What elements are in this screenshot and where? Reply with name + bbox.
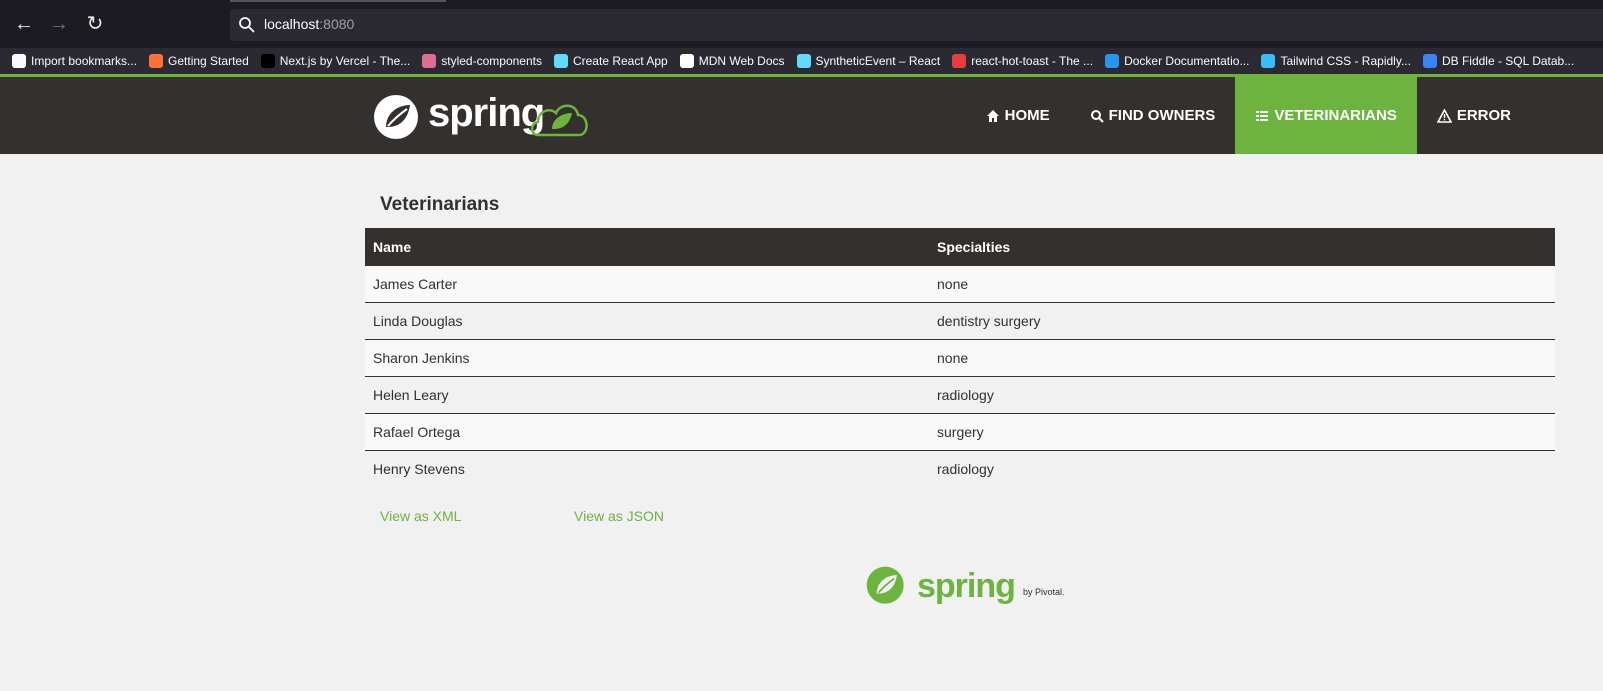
back-icon[interactable]: ← xyxy=(12,12,36,36)
bookmark-label: styled-components xyxy=(441,54,542,68)
footer-logo: spring by Pivotal. xyxy=(865,565,1065,612)
styled-components-icon xyxy=(422,54,437,68)
vet-specialties-cell: none xyxy=(929,266,1555,303)
bookmark-label: Tailwind CSS - Rapidly... xyxy=(1280,54,1411,68)
bookmark-item[interactable]: Getting Started xyxy=(149,54,249,68)
bookmark-label: DB Fiddle - SQL Datab... xyxy=(1441,54,1575,68)
bookmark-label: Getting Started xyxy=(168,54,249,68)
bookmark-label: MDN Web Docs xyxy=(698,54,785,68)
nextjs-icon xyxy=(260,54,275,68)
bookmark-label: Next.js by Vercel - The... xyxy=(279,54,411,68)
browser-toolbar: ← → ↻ localhost:8080 xyxy=(0,0,1603,48)
column-header-specialties: Specialties xyxy=(929,228,1555,266)
vets-table: Name Specialties James Carter none Linda D… xyxy=(365,228,1555,487)
nav-item-find-owners[interactable]: Find owners xyxy=(1070,77,1236,154)
bookmark-label: react-hot-toast - The ... xyxy=(971,54,1094,68)
home-icon xyxy=(986,109,1000,123)
page-title: Veterinarians xyxy=(380,194,500,215)
url-text: localhost:8080 xyxy=(264,16,354,32)
bookmark-item[interactable]: DB Fiddle - SQL Datab... xyxy=(1422,54,1575,68)
bookmark-item[interactable]: styled-components xyxy=(422,54,542,68)
url-host: localhost xyxy=(264,16,320,32)
react-icon xyxy=(553,54,568,68)
bookmark-item[interactable]: Create React App xyxy=(553,54,668,68)
vet-name-cell: Henry Stevens xyxy=(365,450,929,487)
vet-name-cell: Linda Douglas xyxy=(365,302,929,340)
tailwind-icon xyxy=(1261,54,1276,68)
mdn-icon xyxy=(679,54,694,68)
bookmark-label: Create React App xyxy=(572,54,668,68)
nav-item-label: Error xyxy=(1456,107,1511,124)
bookmark-item[interactable]: Import bookmarks... xyxy=(12,54,137,68)
main-nav: Home Find owners Veterinarians Error xyxy=(966,77,1603,154)
footer-brand: spring xyxy=(917,567,1016,605)
bookmark-item[interactable]: Next.js by Vercel - The... xyxy=(260,54,411,68)
warning-icon xyxy=(1436,108,1452,123)
spring-leaf-icon xyxy=(374,95,418,139)
react-icon xyxy=(796,54,811,68)
list-icon xyxy=(1255,109,1269,123)
bookmark-item[interactable]: Tailwind CSS - Rapidly... xyxy=(1261,54,1411,68)
nav-item-label: Veterinarians xyxy=(1274,107,1397,124)
forward-icon[interactable]: → xyxy=(47,12,71,36)
database-icon xyxy=(1422,54,1437,68)
active-tab-indicator xyxy=(230,0,446,2)
vet-specialties-cell: none xyxy=(929,339,1555,377)
docker-icon xyxy=(1105,54,1120,68)
bookmark-item[interactable]: Docker Documentatio... xyxy=(1105,54,1249,68)
bookmark-label: Docker Documentatio... xyxy=(1124,54,1250,68)
vets-table-body: James Carter none Linda Douglas dentistry s… xyxy=(365,266,1555,487)
vet-name-cell: Rafael Ortega xyxy=(365,413,929,451)
table-row: Rafael Ortega surgery xyxy=(365,413,1555,451)
nav-item-error[interactable]: Error xyxy=(1417,77,1603,154)
toast-icon xyxy=(952,54,967,68)
search-icon xyxy=(1090,109,1104,123)
bookmark-label: SyntheticEvent – React xyxy=(815,54,941,68)
bookmark-item[interactable]: react-hot-toast - The ... xyxy=(952,54,1093,68)
bookmark-item[interactable]: SyntheticEvent – React xyxy=(796,54,941,68)
nav-item-label: Find owners xyxy=(1108,107,1216,124)
firefox-icon xyxy=(149,54,164,68)
cloud-leaf-icon xyxy=(530,104,588,137)
column-header-name: Name xyxy=(365,228,929,266)
view-as-xml-link[interactable]: View as XML xyxy=(380,508,461,524)
table-header-row: Name Specialties xyxy=(365,228,1555,266)
search-icon xyxy=(239,17,255,33)
view-as-json-link[interactable]: View as JSON xyxy=(574,508,664,524)
vet-name-cell: Helen Leary xyxy=(365,376,929,414)
vet-name-cell: Sharon Jenkins xyxy=(365,339,929,377)
nav-item-label: Home xyxy=(1004,107,1050,124)
vet-specialties-cell: dentistry surgery xyxy=(929,302,1555,340)
table-row: James Carter none xyxy=(365,266,1555,303)
footer-byline: by Pivotal. xyxy=(1023,587,1065,597)
vet-specialties-cell: radiology xyxy=(929,450,1555,487)
bookmarks-toolbar: Import bookmarks... Getting Started Next.j… xyxy=(0,48,1603,74)
spring-leaf-icon xyxy=(866,566,904,604)
app-navbar: spring Home Find owners Veterinarians Error xyxy=(0,77,1603,154)
vet-name-cell: James Carter xyxy=(365,266,929,303)
import-icon xyxy=(12,54,26,68)
nav-item-veterinarians[interactable]: Veterinarians xyxy=(1235,77,1417,154)
reload-icon[interactable]: ↻ xyxy=(83,12,107,36)
table-row: Linda Douglas dentistry surgery xyxy=(365,302,1555,340)
vet-specialties-cell: radiology xyxy=(929,376,1555,414)
bookmark-item[interactable]: MDN Web Docs xyxy=(679,54,785,68)
table-row: Helen Leary radiology xyxy=(365,376,1555,414)
nav-item-home[interactable]: Home xyxy=(966,77,1070,154)
bookmark-label: Import bookmarks... xyxy=(31,54,138,68)
table-row: Sharon Jenkins none xyxy=(365,339,1555,377)
table-row: Henry Stevens radiology xyxy=(365,450,1555,487)
vet-specialties-cell: surgery xyxy=(929,413,1555,451)
url-port: :8080 xyxy=(319,16,355,32)
brand-name: spring xyxy=(428,91,545,135)
address-bar[interactable]: localhost:8080 xyxy=(230,9,1603,41)
